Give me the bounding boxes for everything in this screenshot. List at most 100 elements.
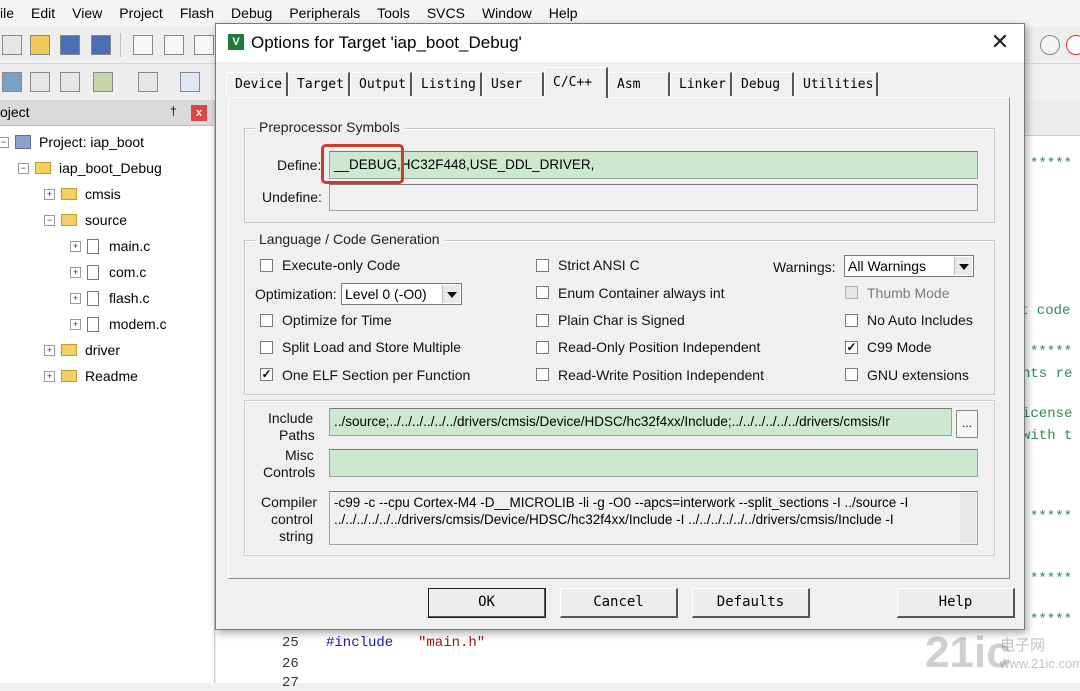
menu-tools[interactable]: Tools	[369, 5, 419, 21]
collapse-icon[interactable]: −	[18, 162, 29, 174]
menu-help[interactable]: Help	[541, 5, 587, 21]
tree-group-cmsis[interactable]: + cmsis	[44, 183, 121, 205]
menu-peripherals[interactable]: Peripherals	[281, 5, 369, 21]
expand-icon[interactable]: +	[44, 188, 55, 200]
no-auto-includes-checkbox[interactable]	[845, 314, 858, 327]
define-label: Define:	[277, 157, 322, 173]
menu-project[interactable]: Project	[111, 5, 172, 21]
include-paths-label: Include	[268, 410, 314, 426]
stop-icon[interactable]	[1066, 35, 1080, 55]
enum-container-checkbox[interactable]	[536, 286, 549, 299]
compiler-string-line: ../../../../../../drivers/cmsis/Device/H…	[334, 512, 894, 527]
misc-controls-input[interactable]	[329, 449, 978, 477]
compiler-string-box[interactable]: -c99 -c --cpu Cortex-M4 -D__MICROLIB -li…	[329, 491, 978, 545]
tab-debug[interactable]: Debug	[732, 72, 794, 96]
expand-icon[interactable]: +	[70, 266, 81, 278]
tab-user[interactable]: User	[482, 72, 544, 96]
menu-debug[interactable]: Debug	[223, 5, 281, 21]
menu-window[interactable]: Window	[474, 5, 541, 21]
define-input[interactable]: __DEBUG,HC32F448,USE_DDL_DRIVER,	[329, 151, 978, 179]
browse-include-button[interactable]: ...	[956, 410, 978, 438]
compiler-string-label: control	[271, 511, 314, 527]
execute-only-checkbox[interactable]	[260, 259, 273, 272]
c99-mode-checkbox[interactable]: ✓	[845, 341, 858, 354]
warnings-select[interactable]: All Warnings	[844, 255, 974, 277]
new-file-icon[interactable]	[2, 35, 22, 55]
menu-edit[interactable]: Edit	[23, 5, 64, 21]
save-all-icon[interactable]	[91, 35, 111, 55]
execute-only-label: Execute-only Code	[282, 257, 401, 273]
chevron-down-icon[interactable]	[442, 285, 460, 303]
undefine-input[interactable]	[329, 184, 978, 211]
tree-target[interactable]: − iap_boot_Debug	[18, 157, 162, 179]
one-elf-checkbox[interactable]: ✓	[260, 368, 273, 381]
tree-file-flash[interactable]: + flash.c	[70, 287, 149, 309]
project-icon	[15, 135, 31, 149]
cancel-button[interactable]: Cancel	[560, 588, 678, 618]
rw-pi-checkbox[interactable]	[536, 368, 549, 381]
code-comment: icense	[1022, 406, 1073, 422]
tree-group-driver[interactable]: + driver	[44, 339, 120, 361]
pin-icon[interactable]: †	[170, 104, 177, 118]
paste-icon[interactable]	[194, 35, 214, 55]
expand-icon[interactable]: +	[70, 240, 81, 252]
tab-asm[interactable]: Asm	[608, 72, 670, 96]
build-toolbar	[0, 64, 215, 101]
collapse-icon[interactable]: −	[44, 214, 55, 226]
menu-view[interactable]: View	[64, 5, 111, 21]
tree-label: source	[85, 212, 128, 228]
optimize-time-checkbox[interactable]	[260, 314, 273, 327]
tree-file-main[interactable]: + main.c	[70, 235, 150, 257]
tree-file-modem[interactable]: + modem.c	[70, 313, 167, 335]
tab-target[interactable]: Target	[288, 72, 350, 96]
menu-file[interactable]: ile	[0, 5, 23, 21]
ro-pi-checkbox[interactable]	[536, 341, 549, 354]
include-paths-input[interactable]: ../source;../../../../../../drivers/cmsi…	[329, 408, 952, 436]
panel-close-icon[interactable]: x	[191, 105, 207, 121]
expand-icon[interactable]: +	[44, 370, 55, 382]
compiler-string-scrollbar[interactable]	[960, 493, 976, 543]
tab-linker[interactable]: Linker	[670, 72, 732, 96]
defaults-button[interactable]: Defaults	[692, 588, 810, 618]
ok-button[interactable]: OK	[428, 588, 546, 618]
save-icon[interactable]	[60, 35, 80, 55]
expand-icon[interactable]: +	[70, 318, 81, 330]
tab-device[interactable]: Device	[226, 72, 288, 96]
collapse-icon[interactable]: −	[0, 136, 9, 148]
tab-output[interactable]: Output	[350, 72, 412, 96]
menu-flash[interactable]: Flash	[172, 5, 223, 21]
stop-build-icon[interactable]	[138, 72, 158, 92]
enum-container-label: Enum Container always int	[558, 285, 725, 301]
file-icon	[87, 290, 99, 306]
help-button[interactable]: Help	[897, 588, 1015, 618]
gnu-extensions-checkbox[interactable]	[845, 368, 858, 381]
expand-icon[interactable]: +	[44, 344, 55, 356]
tab-utilities[interactable]: Utilities	[794, 72, 878, 96]
close-icon[interactable]: ✕	[986, 28, 1014, 56]
tree-file-com[interactable]: + com.c	[70, 261, 146, 283]
circle-icon[interactable]	[1040, 35, 1060, 55]
translate-icon[interactable]	[2, 72, 22, 92]
tree-project[interactable]: − Project: iap_boot	[0, 131, 144, 153]
cut-icon[interactable]	[133, 35, 153, 55]
tab-listing[interactable]: Listing	[412, 72, 482, 96]
expand-icon[interactable]: +	[70, 292, 81, 304]
tab-c-cpp[interactable]: C/C++	[544, 67, 608, 98]
batch-build-icon[interactable]	[93, 72, 113, 92]
copy-icon[interactable]	[164, 35, 184, 55]
open-folder-icon[interactable]	[30, 35, 50, 55]
menu-svcs[interactable]: SVCS	[419, 5, 474, 21]
optimization-select[interactable]: Level 0 (-O0)	[341, 283, 462, 305]
project-panel-title: oject	[0, 104, 30, 120]
build-icon[interactable]	[30, 72, 50, 92]
optimize-time-label: Optimize for Time	[282, 312, 392, 328]
misc-controls-label: Controls	[263, 464, 316, 480]
plain-char-checkbox[interactable]	[536, 314, 549, 327]
rebuild-icon[interactable]	[60, 72, 80, 92]
split-load-checkbox[interactable]	[260, 341, 273, 354]
strict-ansi-checkbox[interactable]	[536, 259, 549, 272]
tree-group-readme[interactable]: + Readme	[44, 365, 138, 387]
tree-group-source[interactable]: − source	[44, 209, 127, 231]
load-icon[interactable]	[180, 72, 200, 92]
chevron-down-icon[interactable]	[954, 257, 972, 275]
